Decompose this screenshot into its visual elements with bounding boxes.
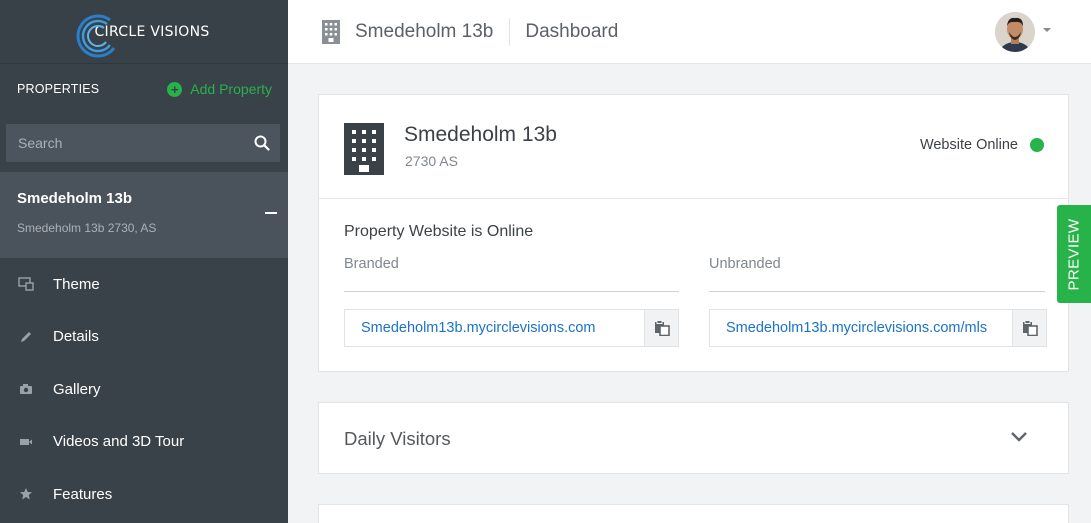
properties-header: PROPERTIES + Add Property (0, 64, 288, 114)
search-box (6, 124, 280, 162)
add-property-label: Add Property (190, 81, 272, 97)
branded-divider (344, 291, 679, 292)
logo[interactable]: CIRCLE VISIONS (76, 14, 209, 57)
pencil-icon (18, 329, 34, 345)
active-property-address: Smedeholm 13b 2730, AS (17, 221, 157, 235)
branded-url-link[interactable]: Smedeholm13b.mycirclevisions.com (345, 320, 644, 336)
copy-icon (654, 320, 670, 336)
unbranded-url-link[interactable]: Smedeholm13b.mycirclevisions.com/mls (710, 320, 1012, 336)
preview-tab-label: PREVIEW (1065, 218, 1083, 290)
top-header: Smedeholm 13b Dashboard (288, 0, 1091, 64)
logo-bar: CIRCLE VISIONS (0, 0, 288, 64)
property-card: Smedeholm 13b 2730 AS Website Online Pro… (318, 94, 1069, 372)
sidebar-item-details[interactable]: Details (0, 311, 288, 364)
sidebar-item-gallery[interactable]: Gallery (0, 363, 288, 416)
property-subtitle: 2730 AS (405, 153, 458, 169)
daily-visitors-title: Daily Visitors (344, 428, 451, 449)
sidebar-item-label: Features (53, 485, 113, 503)
copy-icon (1022, 320, 1038, 336)
website-status-label: Website Online (919, 137, 1018, 153)
unbranded-url-box: Smedeholm13b.mycirclevisions.com/mls (709, 309, 1047, 347)
sidebar-item-theme[interactable]: Theme (0, 258, 288, 311)
building-icon (322, 19, 340, 44)
branded-url-box: Smedeholm13b.mycirclevisions.com (344, 309, 679, 347)
building-icon (344, 123, 384, 175)
sidebar-item-label: Gallery (53, 380, 101, 398)
sidebar: CIRCLE VISIONS PROPERTIES + Add Property… (0, 0, 288, 523)
branded-label: Branded (344, 256, 399, 272)
search-input[interactable] (18, 135, 238, 151)
avatar[interactable] (995, 12, 1035, 52)
star-icon (18, 486, 34, 502)
sidebar-item-label: Details (53, 328, 99, 346)
preview-tab[interactable]: PREVIEW (1057, 205, 1091, 303)
property-title: Smedeholm 13b (404, 123, 557, 146)
sidebar-item-label: Videos and 3D Tour (53, 433, 185, 451)
daily-visitors-card[interactable]: Daily Visitors (318, 402, 1069, 474)
camera-icon (18, 381, 34, 397)
properties-label: PROPERTIES (17, 82, 100, 96)
add-property-button[interactable]: + Add Property (167, 81, 272, 97)
copy-branded-button[interactable] (644, 310, 678, 346)
chevron-down-icon[interactable] (1043, 28, 1051, 32)
chevron-down-icon[interactable] (1010, 431, 1028, 443)
unbranded-label: Unbranded (709, 256, 781, 272)
copy-unbranded-button[interactable] (1012, 310, 1046, 346)
sidebar-item-videos[interactable]: Videos and 3D Tour (0, 416, 288, 469)
unbranded-divider (709, 291, 1045, 292)
plus-circle-icon: + (167, 81, 183, 97)
collapse-icon[interactable] (265, 212, 277, 214)
active-property-name: Smedeholm 13b (17, 190, 133, 207)
logo-rings-icon (76, 14, 116, 57)
website-status: Website Online (920, 137, 1044, 153)
next-card (318, 504, 1069, 523)
sidebar-item-features[interactable]: Features (0, 468, 288, 521)
header-property-name[interactable]: Smedeholm 13b (355, 21, 493, 43)
video-icon (18, 434, 34, 450)
theme-icon (18, 276, 34, 292)
status-dot-icon (1030, 138, 1044, 152)
header-divider (509, 17, 511, 46)
property-card-header: Smedeholm 13b 2730 AS Website Online (319, 95, 1068, 199)
page-title: Dashboard (525, 20, 619, 42)
active-property[interactable]: Smedeholm 13b Smedeholm 13b 2730, AS (0, 172, 288, 258)
sidebar-item-label: Theme (53, 275, 100, 293)
website-online-heading: Property Website is Online (344, 223, 534, 240)
search-icon[interactable] (254, 135, 270, 151)
